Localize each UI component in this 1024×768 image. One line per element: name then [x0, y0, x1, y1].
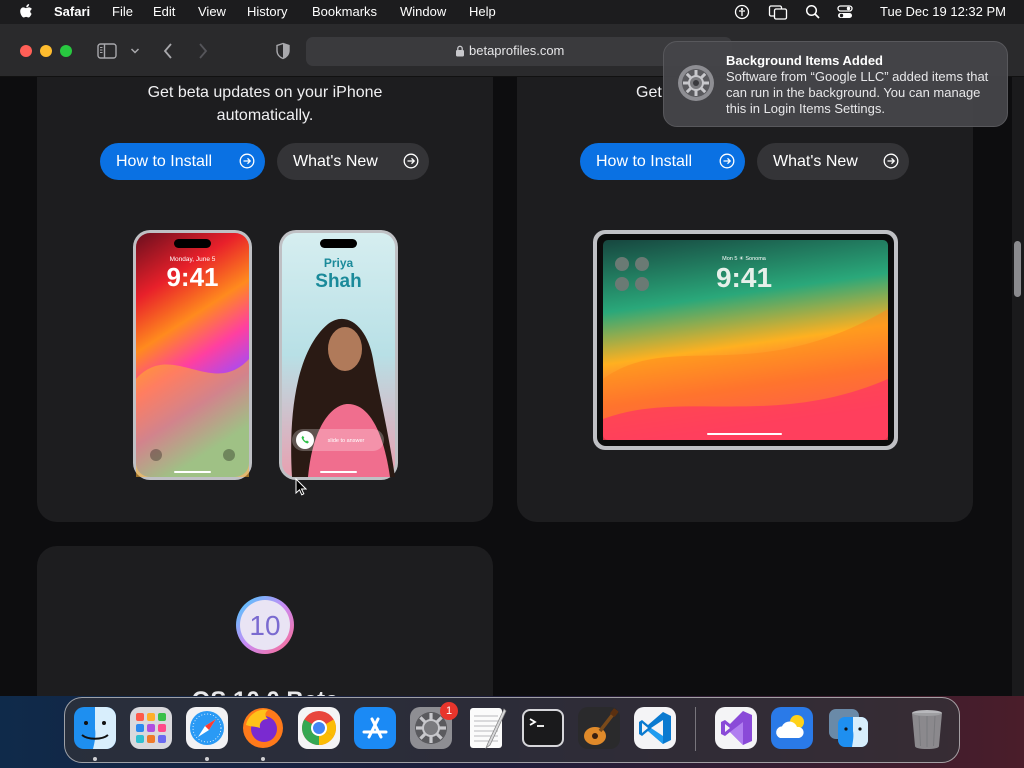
menu-history[interactable]: History: [247, 4, 287, 19]
notification-title: Background Items Added: [726, 53, 883, 68]
menu-window[interactable]: Window: [400, 4, 446, 19]
chevron-down-icon[interactable]: [130, 47, 140, 55]
visual-studio-code-icon[interactable]: [632, 705, 678, 751]
phone2-slide-text: slide to answer: [328, 438, 365, 444]
menu-bar: Safari File Edit View History Bookmarks …: [0, 0, 1024, 24]
iphone-contact-poster-image: Priya Shah slide to answer: [279, 230, 398, 480]
menu-clock[interactable]: Tue Dec 19 12:32 PM: [880, 4, 1006, 19]
apple-menu-icon[interactable]: [19, 3, 33, 20]
finder-icon[interactable]: [72, 705, 118, 751]
google-chrome-icon[interactable]: [296, 705, 342, 751]
firefox-icon[interactable]: [240, 705, 286, 751]
screen-mirroring-icon[interactable]: [768, 3, 788, 21]
garageband-icon[interactable]: [576, 705, 622, 751]
partial-card-title: ... OS 10 0 Beta: [165, 687, 405, 696]
how-to-install-label: How to Install: [116, 152, 213, 170]
page-scrollbar-thumb[interactable]: [1014, 241, 1021, 297]
menu-edit[interactable]: Edit: [153, 4, 175, 19]
web-page-content: Get beta updates on your iPhone automati…: [0, 77, 1012, 696]
minimize-window-button[interactable]: [40, 45, 52, 57]
how-to-install-label: How to Install: [596, 152, 693, 170]
back-icon[interactable]: [162, 42, 174, 60]
app-store-icon[interactable]: [352, 705, 398, 751]
textedit-icon[interactable]: [464, 705, 510, 751]
notification-badge: 1: [440, 702, 458, 720]
iphone-card-description: Get beta updates on your iPhone automati…: [37, 81, 493, 127]
url-text[interactable]: betaprofiles.com: [469, 43, 564, 58]
finder-running-indicator: [93, 757, 97, 761]
partial-card-title-text: ... OS 10 0 Beta: [165, 687, 405, 696]
whats-new-label: What's New: [773, 152, 858, 170]
system-settings-icon: [678, 65, 714, 101]
ipad-time: 9:41: [716, 262, 772, 293]
iphone-card-line-1: Get beta updates on your iPhone: [147, 84, 383, 101]
weather-icon[interactable]: [769, 705, 815, 751]
close-window-button[interactable]: [20, 45, 32, 57]
firefox-running-indicator: [261, 757, 265, 761]
forward-icon[interactable]: [197, 42, 209, 60]
phone2-last-name: Shah: [315, 271, 361, 292]
visual-studio-icon[interactable]: [713, 705, 759, 751]
page-scrollbar-track[interactable]: [1012, 77, 1024, 696]
whats-new-button-iphone[interactable]: What's New: [277, 143, 429, 180]
ipad-date: Mon 5 ☀ Sonoma: [722, 255, 767, 262]
arrow-right-circle-icon: [403, 153, 419, 169]
menu-view[interactable]: View: [198, 4, 226, 19]
phone2-first-name: Priya: [324, 256, 354, 270]
menu-app-name[interactable]: Safari: [54, 4, 90, 19]
iphone-card-line-2: automatically.: [216, 107, 314, 124]
privacy-shield-icon[interactable]: [275, 42, 291, 60]
ipad-card-description: Get: [636, 84, 662, 101]
arrow-right-circle-icon: [239, 153, 255, 169]
whats-new-label: What's New: [293, 152, 378, 170]
safari-running-indicator: [205, 757, 209, 761]
notification-body: Software from “Google LLC” added items t…: [726, 69, 989, 116]
dock-separator: [695, 707, 696, 751]
menu-bookmarks[interactable]: Bookmarks: [312, 4, 377, 19]
zoom-window-button[interactable]: [60, 45, 72, 57]
background-items-notification[interactable]: Background Items Added Software from “Go…: [663, 41, 1008, 127]
menu-file[interactable]: File: [112, 4, 133, 19]
phone1-time: 9:41: [166, 262, 218, 292]
arrow-right-circle-icon: [719, 153, 735, 169]
safari-icon[interactable]: [184, 705, 230, 751]
sidebar-toggle-icon[interactable]: [97, 43, 117, 59]
os-10-badge-icon: 10: [236, 596, 294, 654]
how-to-install-button-iphone[interactable]: How to Install: [100, 143, 265, 180]
spotlight-search-icon[interactable]: [804, 3, 822, 21]
ipad-lockscreen-image: Mon 5 ☀ Sonoma 9:41: [593, 230, 898, 450]
accessibility-icon[interactable]: [733, 3, 751, 21]
trash-icon[interactable]: [904, 705, 950, 751]
launchpad-icon[interactable]: [128, 705, 174, 751]
whats-new-button-ipad[interactable]: What's New: [757, 143, 909, 180]
control-center-icon[interactable]: [836, 3, 854, 21]
menu-help[interactable]: Help: [469, 4, 496, 19]
migration-assistant-icon[interactable]: [825, 705, 871, 751]
iphone-lockscreen-image: Monday, June 5 9:41: [133, 230, 252, 480]
terminal-icon[interactable]: [520, 705, 566, 751]
arrow-right-circle-icon: [883, 153, 899, 169]
lock-icon: [456, 45, 464, 57]
how-to-install-button-ipad[interactable]: How to Install: [580, 143, 745, 180]
os-10-badge-text: 10: [249, 610, 280, 641]
mouse-cursor-icon: [295, 478, 307, 496]
iphone-beta-card: [37, 77, 493, 522]
